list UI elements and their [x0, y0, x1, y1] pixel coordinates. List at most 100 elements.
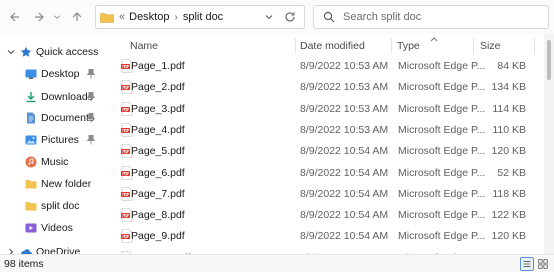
column-divider[interactable] [534, 38, 535, 54]
tiles-view-icon [538, 259, 548, 269]
documents-icon [27, 112, 35, 124]
sidebar-item-label: Desktop [41, 68, 80, 80]
sidebar-item-pictures[interactable]: Pictures [0, 130, 106, 150]
column-divider[interactable] [473, 38, 474, 54]
sidebar-item-desktop[interactable]: Desktop [0, 64, 106, 84]
folder-icon [25, 180, 37, 189]
table-row[interactable]: Page_2.pdf 8/9/2022 10:53 AM Microsoft Edg… [114, 77, 534, 98]
cloud-icon [21, 249, 32, 254]
search-placeholder: Search split doc [343, 11, 422, 23]
file-date-modified: 8/9/2022 10:53 AM [300, 60, 389, 72]
file-type: Microsoft Edge P... [398, 81, 486, 94]
item-count: 98 items [4, 258, 44, 270]
table-row[interactable]: Page_1.pdf 8/9/2022 10:53 AM Microsoft Edg… [114, 56, 534, 77]
breadcrumb-split-doc[interactable]: split doc [183, 11, 223, 23]
back-button[interactable] [6, 8, 24, 26]
search-icon [323, 11, 335, 23]
details-view-icon [523, 261, 531, 267]
column-header-name[interactable]: Name [130, 36, 158, 56]
file-date-modified: 8/9/2022 10:54 AM [300, 166, 389, 179]
file-size: 118 KB [492, 187, 526, 200]
sidebar-item-label: split doc [41, 200, 80, 212]
file-name: Page_7.pdf [131, 187, 185, 200]
sidebar-item-label: Pictures [41, 134, 79, 146]
column-header-type[interactable]: Type [397, 36, 420, 56]
pin-icon [87, 135, 95, 145]
file-type: Microsoft Edge P... [398, 166, 486, 179]
sidebar-item-label: Downloads [41, 91, 93, 103]
file-name: Page_6.pdf [131, 166, 185, 179]
file-date-modified: 8/9/2022 10:53 AM [300, 81, 389, 94]
download-icon [26, 92, 36, 103]
file-list: Name Date modified Type Size Page_1.pdf 8… [106, 34, 554, 254]
table-row[interactable]: Page_8.pdf 8/9/2022 10:54 AM Microsoft Edg… [114, 205, 534, 226]
star-icon [20, 46, 32, 57]
file-size: 122 KB [491, 209, 526, 222]
music-icon [25, 156, 37, 168]
file-date-modified: 8/9/2022 10:54 AM [300, 187, 389, 200]
arrow-right-icon [35, 12, 44, 22]
recent-locations-button[interactable] [52, 8, 62, 26]
folder-icon [100, 12, 114, 23]
table-row[interactable]: Page_7.pdf 8/9/2022 10:54 AM Microsoft Edg… [114, 184, 534, 205]
address-overflow[interactable]: « [119, 11, 125, 23]
table-row[interactable]: Page_6.pdf 8/9/2022 10:54 AM Microsoft Edg… [114, 163, 534, 184]
sidebar-item-label: Quick access [36, 46, 99, 58]
table-row[interactable]: Page_4.pdf 8/9/2022 10:53 AM Microsoft Edg… [114, 120, 534, 141]
sidebar-item-quick-access[interactable]: Quick access [0, 42, 106, 62]
sort-ascending-icon [430, 37, 438, 42]
large-icons-view-button[interactable] [537, 257, 551, 271]
file-size: 114 KB [492, 102, 526, 115]
table-row[interactable]: Page_9.pdf 8/9/2022 10:54 AM Microsoft Edg… [114, 226, 534, 247]
file-type: Microsoft Edge P... [398, 102, 486, 115]
vertical-scrollbar[interactable] [544, 34, 554, 254]
refresh-icon[interactable] [284, 11, 296, 23]
file-name: Page_2.pdf [131, 81, 185, 94]
address-field[interactable]: « Desktop › split doc [95, 5, 305, 29]
column-divider[interactable] [391, 38, 392, 54]
file-size: 120 KB [491, 230, 526, 243]
file-name: Page_1.pdf [131, 60, 185, 72]
sidebar-item-new-folder[interactable]: New folder [0, 174, 106, 194]
arrow-left-icon [10, 12, 19, 22]
sidebar-item-label: OneDrive [36, 246, 81, 254]
forward-button[interactable] [30, 8, 48, 26]
navigation-pane: Quick access Desktop Downloads Documents… [0, 34, 106, 254]
arrow-up-icon [72, 12, 82, 21]
file-date-modified: 8/9/2022 10:54 AM [300, 230, 389, 243]
column-header-size[interactable]: Size [480, 36, 500, 56]
file-type: Microsoft Edge P... [398, 209, 486, 222]
file-type: Microsoft Edge P... [398, 123, 486, 136]
sidebar-item-music[interactable]: Music [0, 152, 106, 172]
file-size: 120 KB [491, 145, 526, 158]
breadcrumb-desktop[interactable]: Desktop [129, 11, 169, 23]
chevron-down-icon[interactable] [7, 48, 15, 56]
file-size: 110 KB [492, 123, 526, 136]
column-header-date-modified[interactable]: Date modified [300, 36, 365, 56]
pin-icon [87, 92, 95, 102]
sidebar-item-label: Music [41, 156, 69, 168]
sidebar-item-downloads[interactable]: Downloads [0, 87, 106, 107]
file-date-modified: 8/9/2022 10:54 AM [300, 145, 389, 158]
details-view-button[interactable] [520, 257, 534, 271]
file-name: Page_4.pdf [131, 123, 185, 136]
sidebar-item-documents[interactable]: Documents [0, 108, 106, 128]
file-type: Microsoft Edge P... [398, 187, 486, 200]
up-button[interactable] [68, 8, 86, 26]
pin-icon [87, 113, 95, 123]
file-name: Page_8.pdf [131, 209, 185, 222]
column-divider[interactable] [295, 38, 296, 54]
sidebar-item-videos[interactable]: Videos [0, 218, 106, 238]
table-row[interactable]: Page_3.pdf 8/9/2022 10:53 AM Microsoft Edg… [114, 99, 534, 120]
file-date-modified: 8/9/2022 10:53 AM [300, 102, 389, 115]
sidebar-item-split-doc[interactable]: split doc [0, 196, 106, 216]
search-input[interactable]: Search split doc [313, 5, 549, 29]
chevron-down-icon[interactable] [264, 12, 274, 22]
sidebar-item-onedrive[interactable]: OneDrive [0, 242, 106, 254]
scrollbar-thumb[interactable] [547, 40, 551, 80]
file-size: 134 KB [491, 81, 526, 94]
pictures-icon [25, 135, 37, 145]
videos-icon [25, 223, 37, 233]
table-row[interactable]: Page_5.pdf 8/9/2022 10:54 AM Microsoft Edg… [114, 141, 534, 162]
file-date-modified: 8/9/2022 10:53 AM [300, 123, 389, 136]
